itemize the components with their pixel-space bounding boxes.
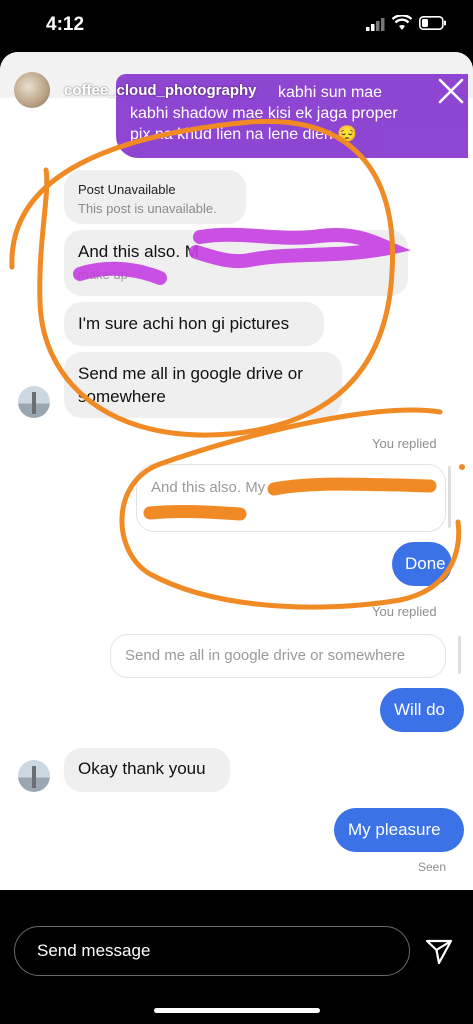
- you-replied-label: You replied: [372, 436, 437, 451]
- post-unavailable-title: Post Unavailable: [78, 182, 176, 197]
- quoted-text-tail: make up: [151, 503, 198, 517]
- story-username[interactable]: coffee_cloud_photography: [64, 82, 257, 99]
- you-replied-label: You replied: [372, 604, 437, 619]
- message-text: My pleasure: [348, 820, 441, 839]
- status-bar: 4:12: [0, 0, 473, 50]
- quoted-text: Send me all in google drive or somewhere: [125, 647, 406, 664]
- story-avatar[interactable]: [14, 72, 50, 108]
- close-icon[interactable]: [436, 76, 466, 106]
- message-text: I'm sure achi hon gi pictures: [78, 314, 290, 333]
- message-input[interactable]: Send message: [14, 926, 410, 976]
- message-text-tail: make up: [78, 267, 128, 282]
- battery-icon: [419, 16, 446, 30]
- signal-icon: [366, 18, 385, 31]
- avatar[interactable]: [18, 760, 50, 792]
- post-unavailable-message[interactable]: Post Unavailable This post is unavailabl…: [64, 170, 246, 224]
- wifi-icon: [392, 15, 412, 30]
- quote-bar: [458, 636, 461, 674]
- send-icon[interactable]: [424, 936, 454, 966]
- avatar[interactable]: [18, 386, 50, 418]
- story-reply-line: pix na khud lien na lene dien 😔: [130, 126, 358, 143]
- received-message[interactable]: Okay thank youu: [64, 748, 230, 792]
- sent-message[interactable]: Done: [392, 542, 452, 586]
- sent-message[interactable]: Will do: [380, 688, 464, 732]
- received-message[interactable]: I'm sure achi hon gi pictures: [64, 302, 324, 346]
- status-time: 4:12: [46, 14, 85, 35]
- message-text: Done: [405, 554, 446, 573]
- story-reply-line: kabhi shadow mae kisi ek jaga proper: [130, 105, 398, 122]
- conversation-view[interactable]: kabhi sun mae kabhi shadow mae kisi ek j…: [0, 52, 473, 890]
- received-message[interactable]: And this also. M make up: [64, 230, 408, 296]
- quote-bar: [448, 466, 451, 528]
- received-message[interactable]: Send me all in google drive or somewhere: [64, 352, 342, 418]
- post-unavailable-subtitle: This post is unavailable.: [78, 201, 217, 216]
- quoted-message[interactable]: Send me all in google drive or somewhere: [110, 634, 446, 678]
- home-indicator: [154, 1008, 320, 1013]
- message-input-placeholder: Send message: [37, 941, 151, 960]
- quoted-text: And this also. My: [151, 479, 266, 496]
- message-text: Send me all in google drive or somewhere: [78, 364, 303, 406]
- message-text: Okay thank youu: [78, 759, 206, 778]
- sent-message[interactable]: My pleasure: [334, 808, 464, 852]
- quoted-message[interactable]: And this also. My make up: [136, 464, 446, 532]
- message-text: And this also. M: [78, 242, 199, 261]
- message-text: Will do: [394, 700, 446, 719]
- seen-indicator: Seen: [418, 860, 447, 874]
